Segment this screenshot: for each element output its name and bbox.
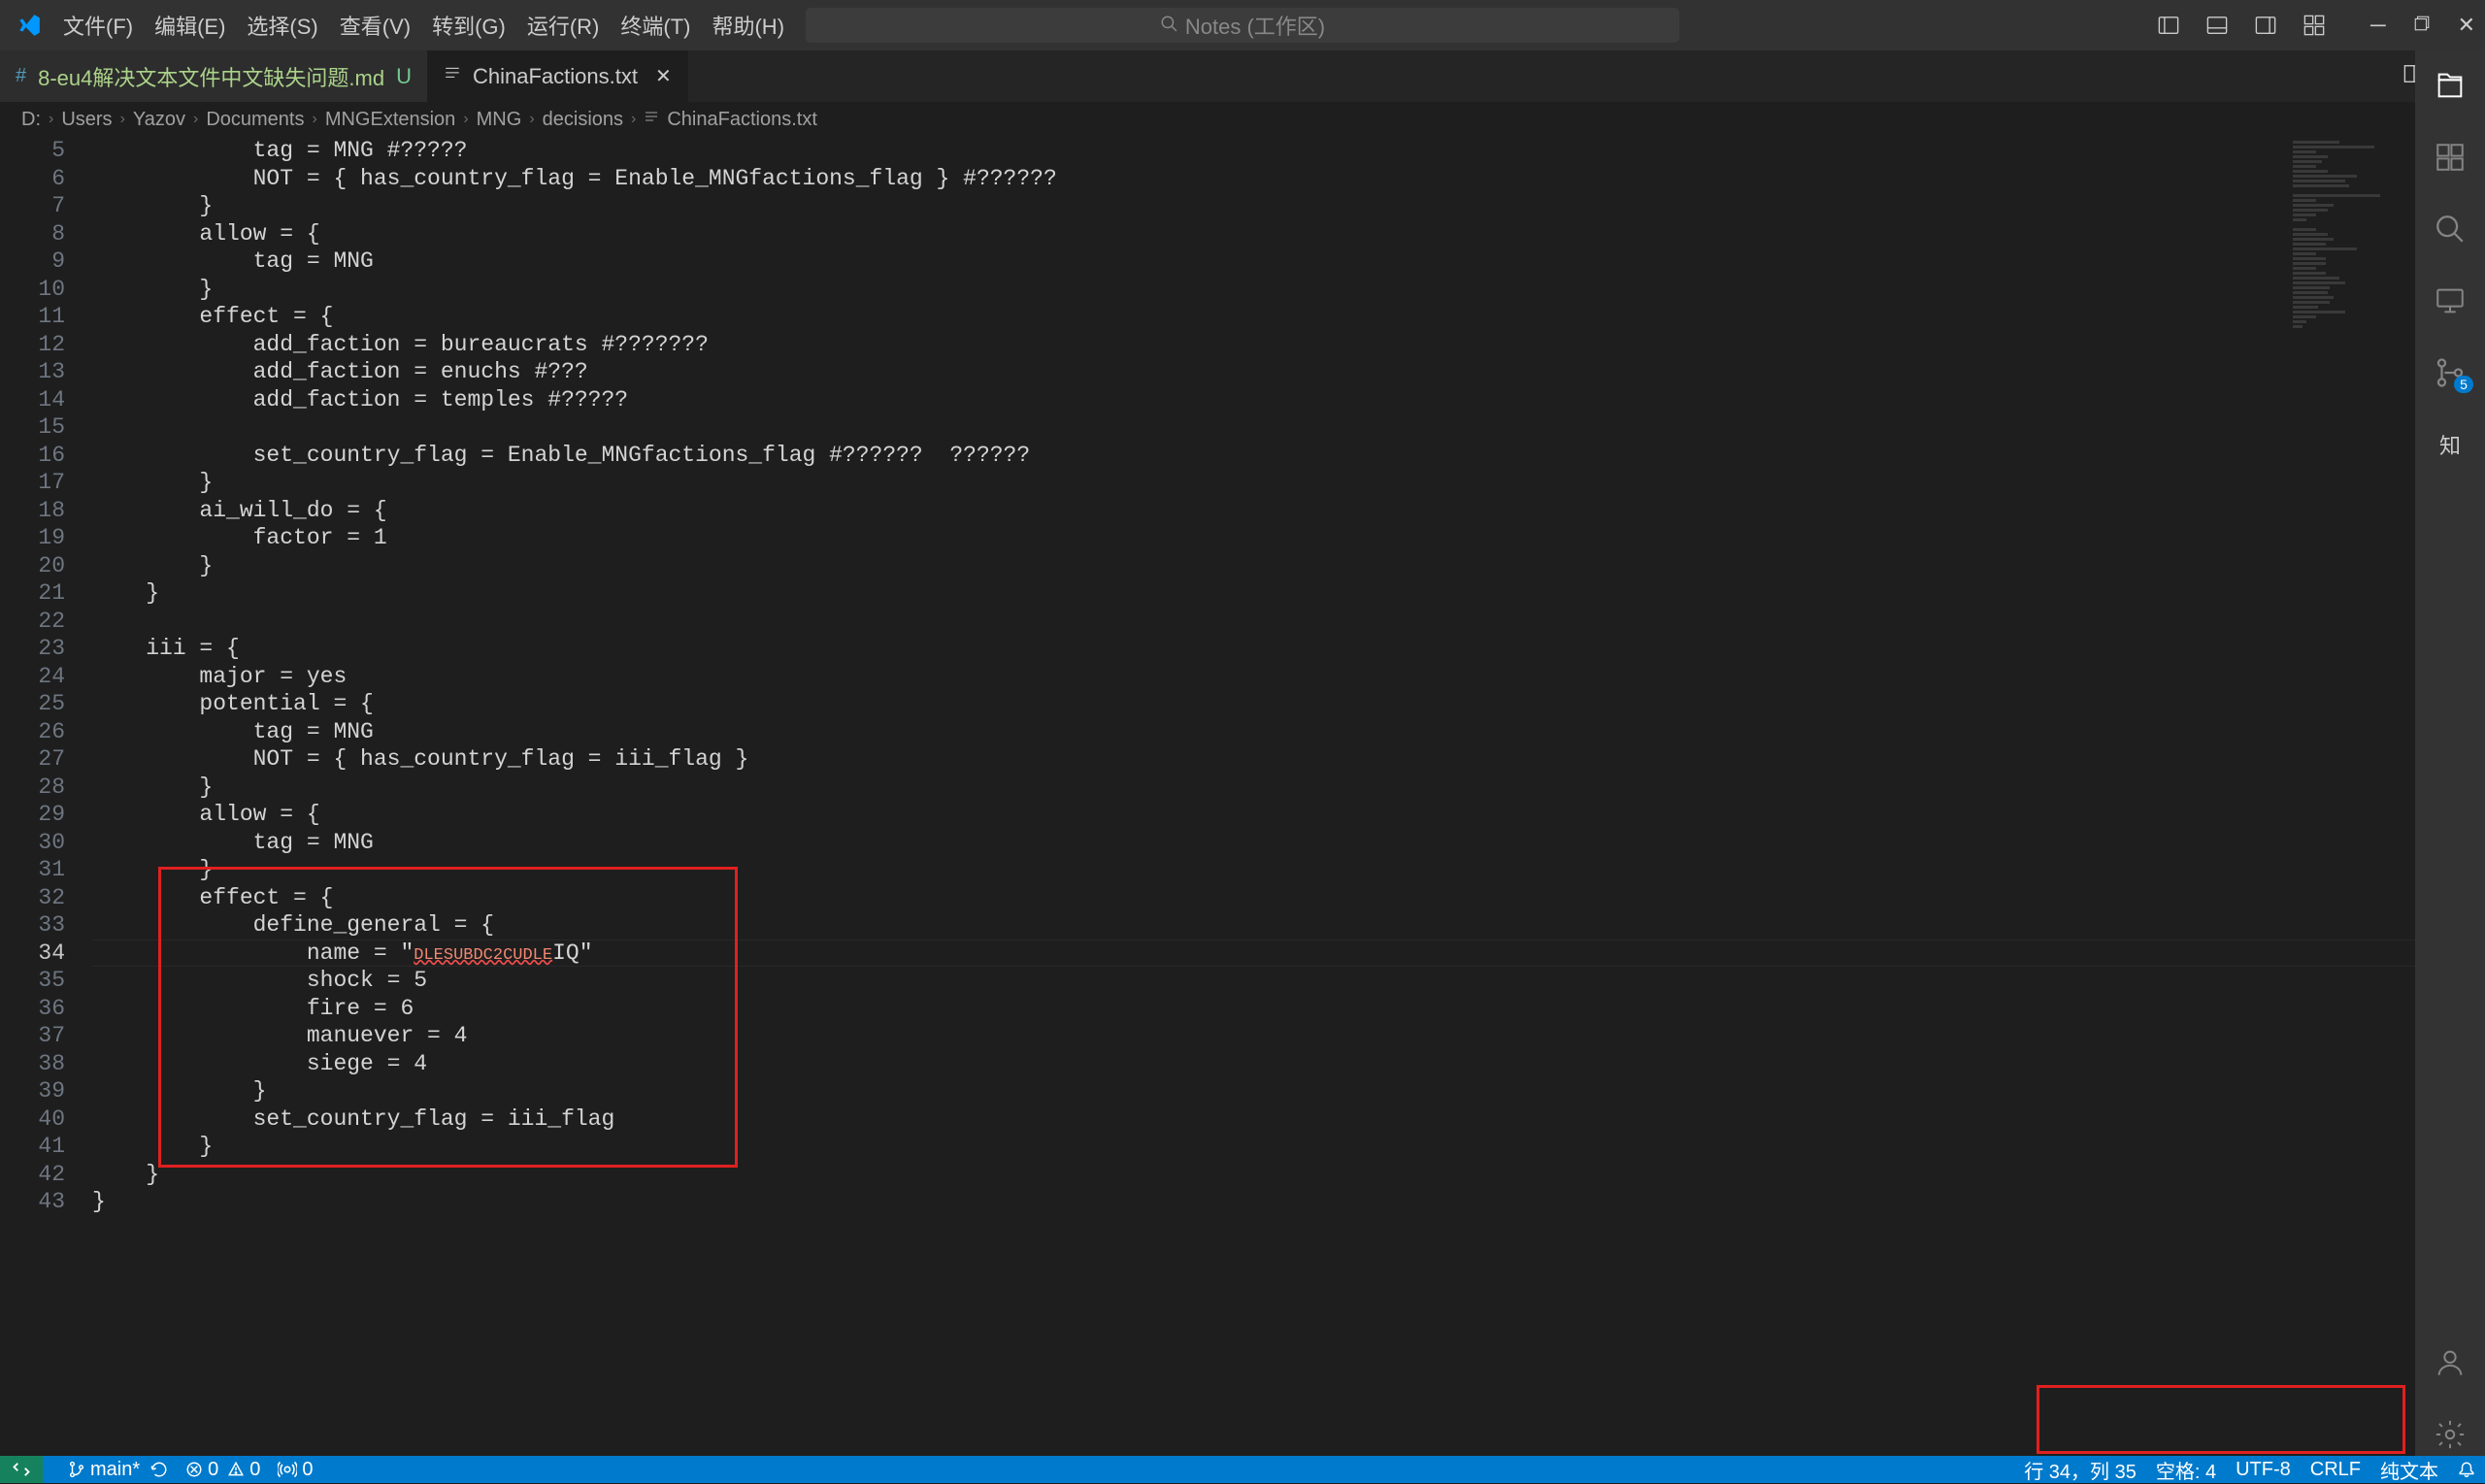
extensions-icon[interactable] xyxy=(2429,136,2471,179)
status-bar: main* 0 0 0 行 34，列 35 空格: 4 UTF-8 CRLF 纯… xyxy=(0,1456,2485,1483)
breadcrumb-segment[interactable]: Users xyxy=(61,109,112,131)
search-icon[interactable] xyxy=(2429,208,2471,250)
warning-count: 0 xyxy=(249,1459,260,1481)
tab-file-1[interactable]: # 8-eu4解决文本文件中文缺失问题.md U xyxy=(0,50,428,102)
menu-file[interactable]: 文件(F) xyxy=(53,6,143,45)
window-minimize-icon[interactable]: ─ xyxy=(2370,13,2386,38)
notifications-icon[interactable] xyxy=(2458,1461,2475,1478)
eol[interactable]: CRLF xyxy=(2310,1459,2361,1481)
breadcrumb-segment[interactable]: MNG xyxy=(477,109,522,131)
problems-indicator[interactable]: 0 0 xyxy=(185,1459,260,1481)
branch-name: main* xyxy=(90,1459,140,1481)
text-file-icon xyxy=(444,65,461,88)
menu-goto[interactable]: 转到(G) xyxy=(422,6,515,45)
error-count: 0 xyxy=(208,1459,218,1481)
breadcrumb-segment[interactable]: D: xyxy=(21,109,41,131)
encoding[interactable]: UTF-8 xyxy=(2236,1459,2291,1481)
menu-run[interactable]: 运行(R) xyxy=(517,6,610,45)
language-mode[interactable]: 纯文本 xyxy=(2380,1456,2438,1484)
tab-suffix: U xyxy=(396,64,412,89)
settings-gear-icon[interactable] xyxy=(2429,1413,2471,1456)
window-restore-icon[interactable] xyxy=(2413,13,2431,38)
search-placeholder: Notes (工作区) xyxy=(1185,10,1325,41)
code-editor[interactable]: tag = MNG #????? NOT = { has_country_fla… xyxy=(92,137,2415,1456)
git-branch[interactable]: main* xyxy=(68,1459,168,1481)
layout-sidebar-left-icon[interactable] xyxy=(2157,14,2180,37)
menu-help[interactable]: 帮助(H) xyxy=(702,6,794,45)
breadcrumb-segment[interactable]: Documents xyxy=(206,109,304,131)
tab-file-2[interactable]: ChinaFactions.txt ✕ xyxy=(428,50,688,102)
remote-indicator[interactable] xyxy=(0,1456,43,1483)
accounts-icon[interactable] xyxy=(2429,1341,2471,1384)
menu-edit[interactable]: 编辑(E) xyxy=(145,6,235,45)
text-file-icon xyxy=(644,109,659,131)
indentation[interactable]: 空格: 4 xyxy=(2156,1456,2216,1484)
remote-explorer-icon[interactable] xyxy=(2429,280,2471,322)
tab-label: ChinaFactions.txt xyxy=(473,64,638,89)
tab-label: 8-eu4解决文本文件中文缺失问题.md xyxy=(38,61,384,92)
line-number-gutter[interactable]: 5678910111213141516171819202122232425262… xyxy=(0,137,92,1456)
menu-selection[interactable]: 选择(S) xyxy=(237,6,327,45)
source-control-badge: 5 xyxy=(2454,376,2473,393)
search-icon xyxy=(1160,13,1177,38)
zhihu-icon[interactable]: 知 xyxy=(2429,423,2471,466)
menu-view[interactable]: 查看(V) xyxy=(330,6,420,45)
menu-terminal[interactable]: 终端(T) xyxy=(611,6,700,45)
layout-panel-icon[interactable] xyxy=(2205,14,2229,37)
source-control-icon[interactable]: 5 xyxy=(2429,351,2471,394)
command-center-search[interactable]: Notes (工作区) xyxy=(806,8,1679,43)
ports-indicator[interactable]: 0 xyxy=(278,1459,313,1481)
breadcrumb[interactable]: D:› Users› Yazov› Documents› MNGExtensio… xyxy=(0,102,2485,137)
layout-sidebar-right-icon[interactable] xyxy=(2254,14,2277,37)
breadcrumb-segment[interactable]: MNGExtension xyxy=(325,109,456,131)
breadcrumb-segment[interactable]: ChinaFactions.txt xyxy=(667,109,817,131)
customize-layout-icon[interactable] xyxy=(2303,14,2326,37)
markdown-file-icon: # xyxy=(16,65,26,87)
minimap[interactable] xyxy=(2293,141,2409,335)
ports-count: 0 xyxy=(302,1459,313,1481)
cursor-position[interactable]: 行 34，列 35 xyxy=(2024,1456,2137,1484)
tabbar: # 8-eu4解决文本文件中文缺失问题.md U ChinaFactions.t… xyxy=(0,50,2485,102)
window-close-icon[interactable]: ✕ xyxy=(2458,13,2475,38)
activity-bar: 5 知 xyxy=(2415,50,2485,1456)
vscode-logo-icon xyxy=(15,11,44,40)
close-icon[interactable]: ✕ xyxy=(655,64,672,88)
breadcrumb-segment[interactable]: Yazov xyxy=(133,109,185,131)
breadcrumb-segment[interactable]: decisions xyxy=(543,109,623,131)
explorer-icon[interactable] xyxy=(2429,64,2471,107)
